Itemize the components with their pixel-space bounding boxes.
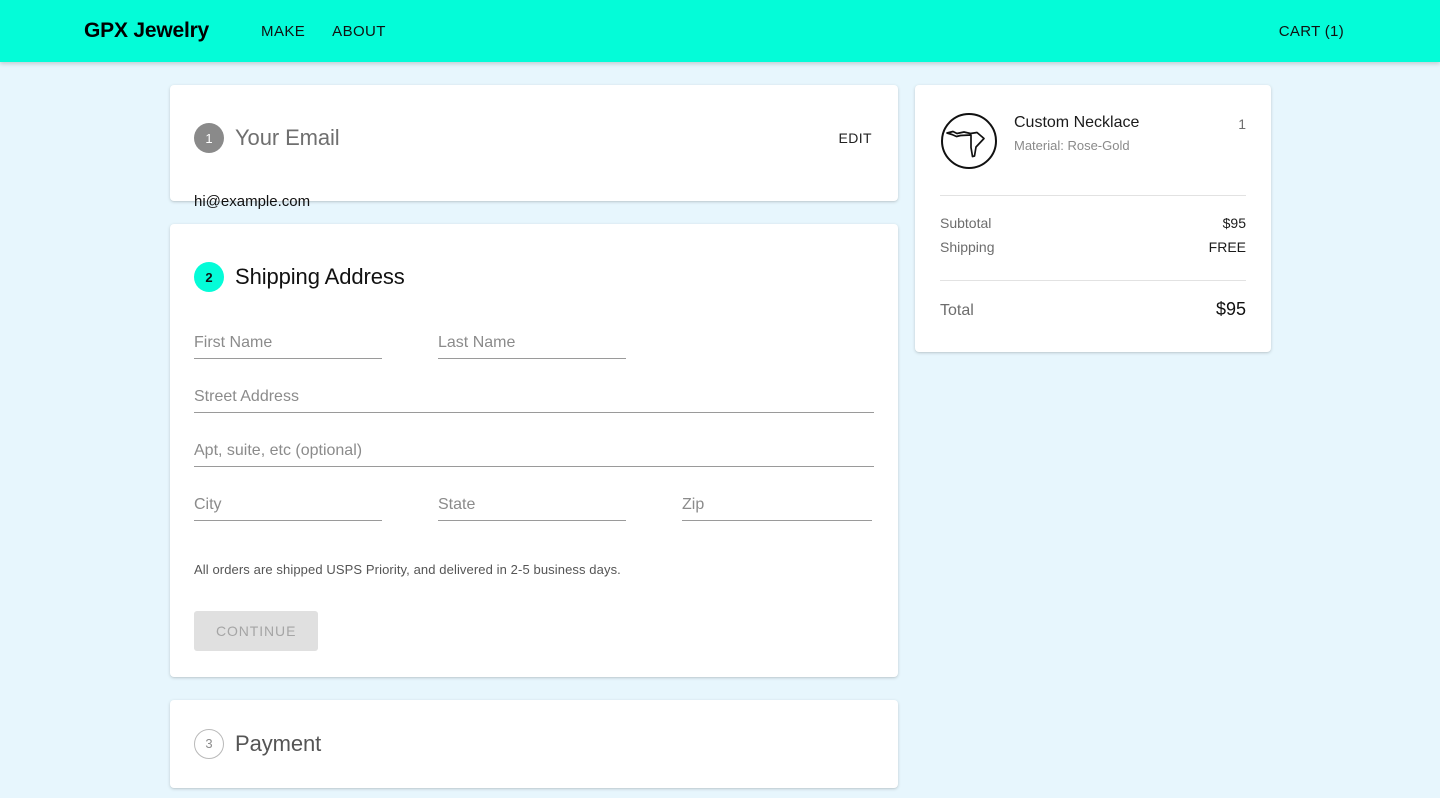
checkout-page: 1 Your Email EDIT hi@example.com 2 Shipp… <box>0 62 1440 798</box>
section-payment[interactable]: 3 Payment <box>170 699 898 788</box>
city-row-spacer-2 <box>626 496 682 521</box>
city-state-zip-row <box>194 495 874 521</box>
zip-field <box>682 495 872 521</box>
checkout-column: 1 Your Email EDIT hi@example.com 2 Shipp… <box>170 85 898 798</box>
order-item-name: Custom Necklace <box>1014 114 1140 131</box>
section-email: 1 Your Email EDIT hi@example.com <box>170 85 898 210</box>
summary-column: Custom Necklace Material: Rose-Gold 1 Su… <box>915 85 1271 375</box>
first-name-field <box>194 333 382 359</box>
main-nav: MAKE ABOUT <box>261 23 386 40</box>
shipping-section-header: 2 Shipping Address <box>170 224 898 309</box>
shipping-form <box>170 309 898 521</box>
apt-input[interactable] <box>194 441 874 467</box>
first-name-input[interactable] <box>194 333 382 359</box>
street-address-field <box>194 387 874 413</box>
brand-logo[interactable]: GPX Jewelry <box>84 19 209 43</box>
email-value: hi@example.com <box>194 192 311 210</box>
email-section-title: Your Email <box>235 125 340 151</box>
step-badge-2: 2 <box>194 262 224 293</box>
payment-section-header: 3 Payment <box>170 712 898 775</box>
cart-link[interactable]: CART (1) <box>1279 23 1344 40</box>
subtotal-value: $95 <box>1222 215 1246 231</box>
name-row <box>194 333 874 359</box>
shipping-note: All orders are shipped USPS Priority, an… <box>194 561 621 577</box>
order-line-item: Custom Necklace Material: Rose-Gold 1 <box>940 111 1246 170</box>
apt-field <box>194 441 874 467</box>
total-label: Total <box>940 302 974 319</box>
order-summary-card: Custom Necklace Material: Rose-Gold 1 Su… <box>915 85 1271 352</box>
shipping-value: FREE <box>1208 239 1246 255</box>
gpx-route-circle-icon <box>940 112 998 170</box>
summary-row-total: Total $95 <box>940 281 1246 320</box>
step-badge-1: 1 <box>194 123 224 154</box>
site-header: GPX Jewelry MAKE ABOUT CART (1) <box>0 0 1440 62</box>
name-row-spacer <box>382 334 438 359</box>
order-item-quantity: 1 <box>1238 116 1246 132</box>
city-row-spacer-1 <box>382 496 438 521</box>
apt-row <box>194 441 874 467</box>
nav-link-make[interactable]: MAKE <box>261 23 305 40</box>
summary-row-shipping: Shipping FREE <box>940 239 1246 255</box>
email-section-header: 1 Your Email EDIT <box>170 85 898 170</box>
state-field <box>438 495 626 521</box>
shipping-section-title: Shipping Address <box>235 264 405 290</box>
zip-input[interactable] <box>682 495 872 521</box>
last-name-input[interactable] <box>438 333 626 359</box>
step-badge-3: 3 <box>194 728 224 759</box>
city-input[interactable] <box>194 495 382 521</box>
subtotal-label: Subtotal <box>940 215 992 231</box>
city-field <box>194 495 382 521</box>
state-input[interactable] <box>438 495 626 521</box>
order-item-material: Material: Rose-Gold <box>1014 138 1130 153</box>
nav-link-about[interactable]: ABOUT <box>332 23 386 40</box>
street-row <box>194 387 874 413</box>
shipping-label: Shipping <box>940 239 995 255</box>
last-name-field <box>438 333 626 359</box>
summary-row-subtotal: Subtotal $95 <box>940 215 1246 231</box>
total-value: $95 <box>1215 299 1246 319</box>
edit-email-link[interactable]: EDIT <box>839 130 873 146</box>
continue-button[interactable]: CONTINUE <box>194 610 319 651</box>
payment-section-title: Payment <box>235 730 322 756</box>
section-shipping-address: 2 Shipping Address First Name Last Name … <box>170 224 898 677</box>
summary-totals: Subtotal $95 Shipping FREE <box>940 196 1246 255</box>
street-address-input[interactable] <box>194 387 874 413</box>
order-item-text: Custom Necklace Material: Rose-Gold <box>1014 111 1238 153</box>
